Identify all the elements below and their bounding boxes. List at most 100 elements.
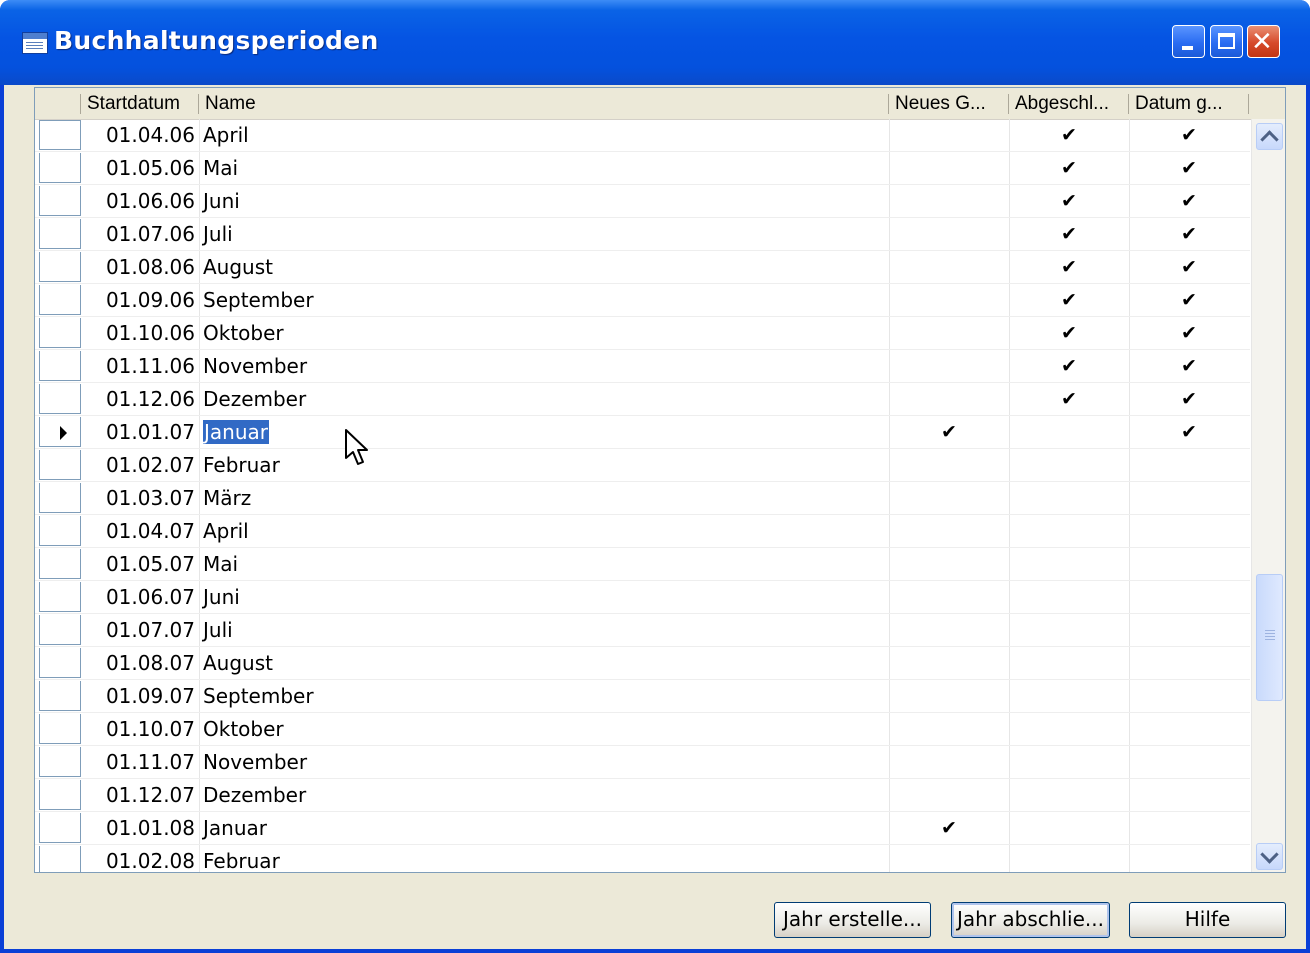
startdatum-cell[interactable]: 01.01.08 — [85, 812, 195, 845]
row-selector[interactable] — [39, 516, 81, 546]
startdatum-cell[interactable]: 01.08.06 — [85, 251, 195, 284]
table-row[interactable]: 01.05.07 Mai — [35, 548, 1250, 581]
table-row[interactable]: 01.10.07 Oktober — [35, 713, 1250, 746]
row-selector[interactable] — [39, 549, 81, 579]
checkmark-icon[interactable]: ✔ — [1179, 317, 1199, 350]
name-cell[interactable]: August — [203, 251, 273, 284]
row-selector[interactable] — [39, 417, 81, 447]
checkmark-icon[interactable]: ✔ — [1059, 284, 1079, 317]
name-cell[interactable]: Dezember — [203, 779, 306, 812]
startdatum-cell[interactable]: 01.02.08 — [85, 845, 195, 872]
name-cell[interactable]: Februar — [203, 845, 280, 872]
row-selector[interactable] — [39, 846, 81, 872]
header-name[interactable]: Name — [199, 88, 889, 119]
table-row[interactable]: 01.02.07 Februar — [35, 449, 1250, 482]
checkmark-icon[interactable]: ✔ — [1059, 317, 1079, 350]
row-selector[interactable] — [39, 384, 81, 414]
table-row[interactable]: 01.03.07 März — [35, 482, 1250, 515]
row-selector[interactable] — [39, 681, 81, 711]
header-neues-geschaeftsjahr[interactable]: Neues G... — [889, 88, 1009, 119]
checkmark-icon[interactable]: ✔ — [1059, 383, 1079, 416]
name-cell[interactable]: April — [203, 515, 249, 548]
checkmark-icon[interactable]: ✔ — [1179, 185, 1199, 218]
table-row[interactable]: 01.04.06 April ✔ ✔ — [35, 119, 1250, 152]
table-row[interactable]: 01.10.06 Oktober ✔ ✔ — [35, 317, 1250, 350]
name-cell[interactable]: Mai — [203, 152, 238, 185]
scroll-down-button[interactable] — [1256, 843, 1283, 870]
checkmark-icon[interactable]: ✔ — [1179, 152, 1199, 185]
name-cell[interactable]: April — [203, 119, 249, 152]
startdatum-cell[interactable]: 01.09.06 — [85, 284, 195, 317]
startdatum-cell[interactable]: 01.11.07 — [85, 746, 195, 779]
checkmark-icon[interactable]: ✔ — [1179, 416, 1199, 449]
checkmark-icon[interactable]: ✔ — [1059, 350, 1079, 383]
startdatum-cell[interactable]: 01.05.06 — [85, 152, 195, 185]
table-row[interactable]: 01.01.08 Januar ✔ — [35, 812, 1250, 845]
checkmark-icon[interactable]: ✔ — [1059, 251, 1079, 284]
name-cell[interactable]: November — [203, 350, 307, 383]
startdatum-cell[interactable]: 01.12.06 — [85, 383, 195, 416]
header-datum-gesperrt[interactable]: Datum g... — [1129, 88, 1249, 119]
row-selector[interactable] — [39, 483, 81, 513]
header-selector[interactable] — [35, 88, 81, 119]
table-row[interactable]: 01.07.07 Juli — [35, 614, 1250, 647]
name-cell[interactable]: September — [203, 284, 314, 317]
name-cell[interactable]: November — [203, 746, 307, 779]
startdatum-cell[interactable]: 01.08.07 — [85, 647, 195, 680]
row-selector[interactable] — [39, 285, 81, 315]
name-cell[interactable]: Dezember — [203, 383, 306, 416]
name-cell[interactable]: Januar — [203, 416, 269, 449]
row-selector[interactable] — [39, 318, 81, 348]
table-row[interactable]: 01.12.06 Dezember ✔ ✔ — [35, 383, 1250, 416]
startdatum-cell[interactable]: 01.04.07 — [85, 515, 195, 548]
table-row[interactable]: 01.11.07 November — [35, 746, 1250, 779]
table-row[interactable]: 01.06.07 Juni — [35, 581, 1250, 614]
name-cell[interactable]: Juni — [203, 185, 240, 218]
scroll-thumb[interactable] — [1256, 574, 1283, 701]
checkmark-icon[interactable]: ✔ — [1059, 152, 1079, 185]
checkmark-icon[interactable]: ✔ — [1179, 350, 1199, 383]
row-selector[interactable] — [39, 120, 81, 150]
row-selector[interactable] — [39, 648, 81, 678]
row-selector[interactable] — [39, 714, 81, 744]
startdatum-cell[interactable]: 01.06.07 — [85, 581, 195, 614]
name-cell[interactable]: März — [203, 482, 251, 515]
table-row[interactable]: 01.07.06 Juli ✔ ✔ — [35, 218, 1250, 251]
startdatum-cell[interactable]: 01.09.07 — [85, 680, 195, 713]
hilfe-button[interactable]: Hilfe — [1129, 902, 1286, 938]
startdatum-cell[interactable]: 01.12.07 — [85, 779, 195, 812]
startdatum-cell[interactable]: 01.03.07 — [85, 482, 195, 515]
header-startdatum[interactable]: Startdatum — [81, 88, 199, 119]
checkmark-icon[interactable]: ✔ — [1179, 119, 1199, 152]
checkmark-icon[interactable]: ✔ — [1179, 218, 1199, 251]
startdatum-cell[interactable]: 01.10.07 — [85, 713, 195, 746]
startdatum-cell[interactable]: 01.04.06 — [85, 119, 195, 152]
periods-table[interactable]: Startdatum Name Neues G... Abgeschl... D… — [34, 87, 1286, 873]
checkmark-icon[interactable]: ✔ — [1059, 185, 1079, 218]
checkmark-icon[interactable]: ✔ — [1179, 284, 1199, 317]
name-cell[interactable]: Juli — [203, 218, 233, 251]
table-row[interactable]: 01.08.06 August ✔ ✔ — [35, 251, 1250, 284]
close-button[interactable]: ✕ — [1247, 25, 1280, 58]
row-selector[interactable] — [39, 813, 81, 843]
table-row[interactable]: 01.02.08 Februar — [35, 845, 1250, 872]
startdatum-cell[interactable]: 01.05.07 — [85, 548, 195, 581]
checkmark-icon[interactable]: ✔ — [1059, 218, 1079, 251]
table-row[interactable]: 01.09.06 September ✔ ✔ — [35, 284, 1250, 317]
table-row[interactable]: 01.08.07 August — [35, 647, 1250, 680]
checkmark-icon[interactable]: ✔ — [1179, 383, 1199, 416]
startdatum-cell[interactable]: 01.07.06 — [85, 218, 195, 251]
row-selector[interactable] — [39, 186, 81, 216]
startdatum-cell[interactable]: 01.07.07 — [85, 614, 195, 647]
checkmark-icon[interactable]: ✔ — [1179, 251, 1199, 284]
jahr-abschliessen-button[interactable]: Jahr abschlie... — [951, 902, 1110, 938]
name-cell[interactable]: Januar — [203, 812, 267, 845]
name-cell[interactable]: Juli — [203, 614, 233, 647]
table-row[interactable]: 01.09.07 September — [35, 680, 1250, 713]
table-row[interactable]: 01.11.06 November ✔ ✔ — [35, 350, 1250, 383]
name-cell[interactable]: September — [203, 680, 314, 713]
name-cell[interactable]: August — [203, 647, 273, 680]
scroll-up-button[interactable] — [1256, 123, 1283, 150]
name-cell[interactable]: Februar — [203, 449, 280, 482]
startdatum-cell[interactable]: 01.11.06 — [85, 350, 195, 383]
